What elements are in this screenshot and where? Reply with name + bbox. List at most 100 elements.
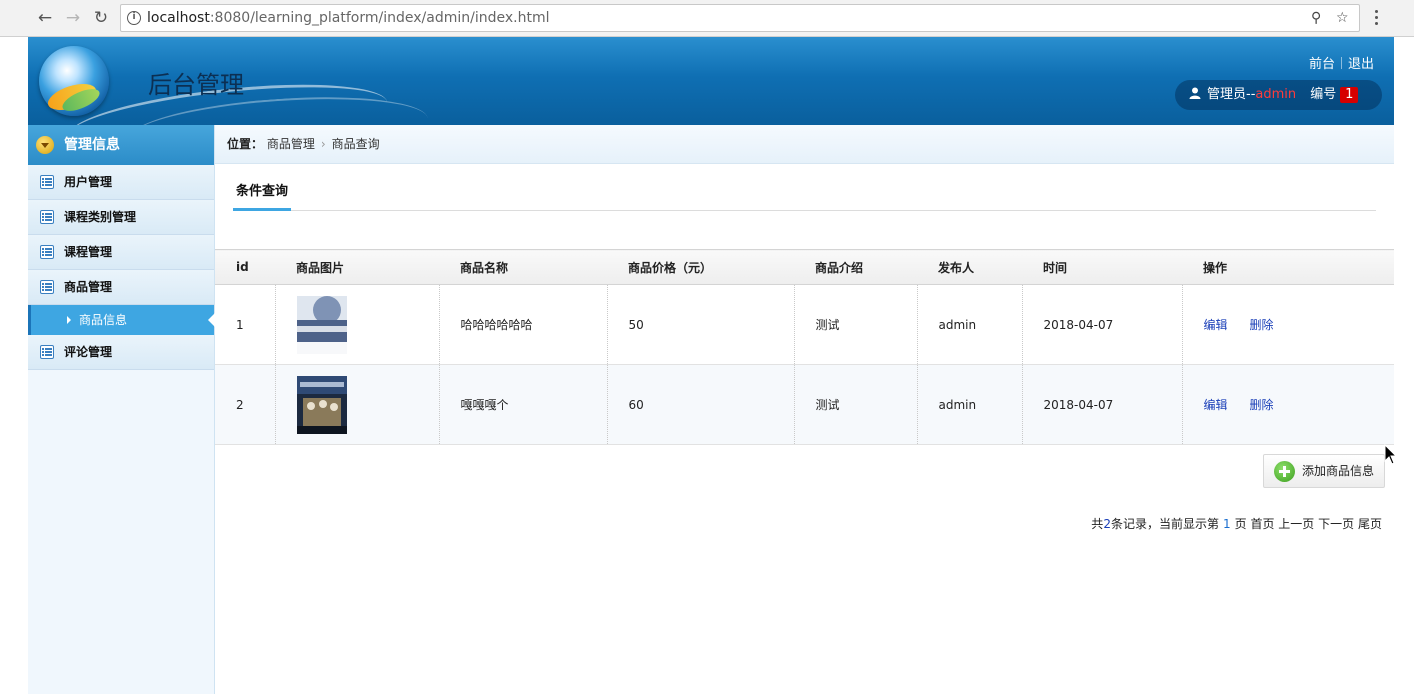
list-icon [40,280,54,294]
list-icon [40,345,54,359]
sidebar-item-comments[interactable]: 评论管理 [28,335,214,370]
pager-text: 条记录，当前显示第 [1110,517,1219,531]
url-text[interactable]: localhost:8080/learning_platform/index/a… [147,10,549,26]
user-id-badge: 1 [1340,87,1359,103]
browser-menu-icon[interactable] [1371,8,1381,28]
sidebar-subitem-product-info[interactable]: 商品信息 [28,305,215,335]
total-count: 2 [1103,517,1111,531]
header-links: 前台 退出 [1309,53,1374,72]
first-page-link[interactable]: 首页 [1250,517,1274,531]
current-page: 1 [1222,517,1231,531]
forward-icon[interactable]: → [62,8,84,28]
pager-text: 共 [1091,517,1104,531]
cell-image [275,364,440,445]
cell-actions: 编辑 删除 [1182,284,1394,365]
column-header: 商品图片 [275,249,439,285]
product-thumbnail[interactable] [296,295,347,354]
user-info: 管理员--admin 编号 1 [1175,80,1382,110]
column-header: id [215,249,275,285]
cell-intro: 测试 [794,284,918,365]
info-icon[interactable]: i [127,11,141,25]
breadcrumb-prefix: 位置： [227,137,264,151]
table-header-row: id 商品图片 商品名称 商品价格（元） 商品介绍 发布人 时间 操作 [215,249,1394,285]
sidebar-item-courses[interactable]: 课程管理 [28,235,214,270]
column-header: 时间 [1022,249,1182,285]
user-name: admin [1255,87,1297,102]
cell-id: 1 [215,284,276,365]
star-icon[interactable]: ☆ [1336,10,1349,26]
logout-link[interactable]: 退出 [1348,57,1374,72]
sidebar: 管理信息 用户管理 课程类别管理 课程管理 商品管理 商品信息 评论管理 [28,125,215,694]
pager-text: 页 [1234,517,1247,531]
back-icon[interactable]: ← [34,8,56,28]
user-role: 管理员-- [1207,87,1256,102]
breadcrumb: 位置： 商品管理 › 商品查询 [215,125,1394,164]
address-bar[interactable]: i localhost:8080/learning_platform/index… [120,4,1360,32]
cell-name: 嘎嘎嘎个 [439,364,608,445]
breadcrumb-item[interactable]: 商品查询 [332,137,380,151]
cell-time: 2018-04-07 [1022,364,1183,445]
sidebar-item-label: 商品管理 [64,280,113,294]
sidebar-item-users[interactable]: 用户管理 [28,165,214,200]
tab-condition-query[interactable]: 条件查询 [233,177,292,211]
delete-link[interactable]: 删除 [1250,398,1274,412]
table-row: 1 哈哈哈哈哈哈 50 测试 admin 2018-04-07 编辑 删除 [215,284,1394,365]
sidebar-item-label: 课程类别管理 [64,210,137,224]
mouse-cursor-icon [1384,444,1398,465]
cell-id: 2 [215,364,276,445]
cell-image [275,284,440,365]
browser-toolbar: ← → ↻ i localhost:8080/learning_platform… [0,0,1414,37]
sidebar-item-label: 评论管理 [64,345,113,359]
list-icon [40,245,54,259]
prev-page-link[interactable]: 上一页 [1278,517,1314,531]
main-content: 位置： 商品管理 › 商品查询 条件查询 id 商品图片 商品名称 商品价格（元） … [215,125,1394,694]
sidebar-heading[interactable]: 管理信息 [28,125,214,165]
add-product-button[interactable]: 添加商品信息 [1263,454,1385,488]
sidebar-item-products[interactable]: 商品管理 [28,270,214,305]
cell-publisher: admin [917,284,1023,365]
collapse-icon[interactable] [36,136,54,154]
chevron-right-icon: › [320,137,326,151]
user-icon [1189,87,1201,99]
page-header: 后台管理 前台 退出 管理员--admin 编号 1 [28,37,1394,125]
reload-icon[interactable]: ↻ [90,8,112,28]
cell-actions: 编辑 删除 [1182,364,1394,445]
add-product-label: 添加商品信息 [1302,464,1375,478]
key-icon[interactable]: ⚲ [1311,10,1321,26]
cell-name: 哈哈哈哈哈哈 [439,284,608,365]
front-link[interactable]: 前台 [1309,57,1335,72]
user-id-label: 编号 [1310,87,1337,102]
column-header: 发布人 [917,249,1022,285]
sidebar-item-label: 用户管理 [64,175,113,189]
product-thumbnail[interactable] [296,375,347,434]
caret-right-icon [67,316,71,324]
edit-link[interactable]: 编辑 [1204,398,1228,412]
last-page-link[interactable]: 尾页 [1358,517,1382,531]
sidebar-item-course-categories[interactable]: 课程类别管理 [28,200,214,235]
sidebar-subitem-label: 商品信息 [79,313,128,327]
cell-intro: 测试 [794,364,918,445]
cell-time: 2018-04-07 [1022,284,1183,365]
edit-link[interactable]: 编辑 [1204,318,1228,332]
next-page-link[interactable]: 下一页 [1318,517,1354,531]
cell-publisher: admin [917,364,1023,445]
delete-link[interactable]: 删除 [1250,318,1274,332]
tab-bar: 条件查询 [233,177,1376,211]
cell-price: 50 [607,284,795,365]
plus-icon [1274,461,1295,482]
header-title: 后台管理 [148,71,244,99]
column-header: 商品名称 [439,249,607,285]
logo-icon [39,46,109,116]
product-table: id 商品图片 商品名称 商品价格（元） 商品介绍 发布人 时间 操作 1 哈哈… [215,249,1394,445]
list-icon [40,210,54,224]
list-icon [40,175,54,189]
active-indicator [208,313,215,327]
sidebar-item-label: 课程管理 [64,245,113,259]
pagination: 共2条记录，当前显示第 1 页 首页 上一页 下一页 尾页 [1091,515,1382,532]
sidebar-heading-label: 管理信息 [64,137,120,153]
column-header: 操作 [1182,249,1394,285]
column-header: 商品价格（元） [607,249,794,285]
column-header: 商品介绍 [794,249,917,285]
breadcrumb-item[interactable]: 商品管理 [267,137,315,151]
table-row: 2 嘎嘎嘎个 60 测试 admin 2018-04-07 编辑 删除 [215,364,1394,445]
